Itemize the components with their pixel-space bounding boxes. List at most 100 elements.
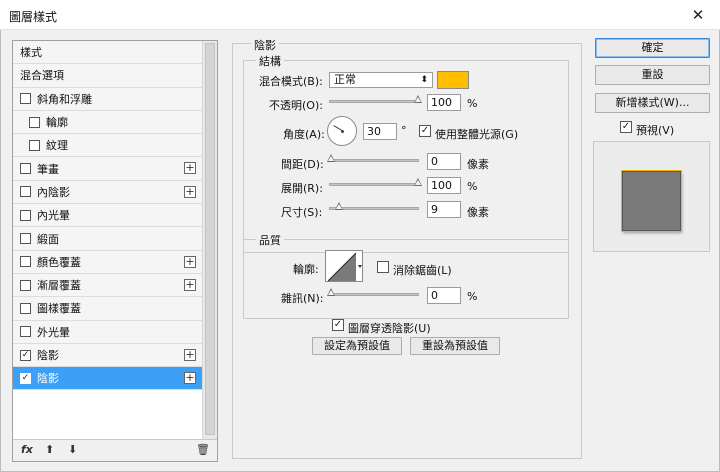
style-item-checkbox[interactable] bbox=[20, 326, 31, 338]
structure-title: 結構 bbox=[256, 53, 284, 69]
style-item-checkbox[interactable] bbox=[20, 279, 31, 291]
spread-label: 展開(R): bbox=[281, 182, 323, 195]
ok-button[interactable]: 確定 bbox=[595, 38, 710, 58]
window-title: 圖層樣式 bbox=[9, 10, 58, 24]
style-item-checkbox[interactable] bbox=[20, 233, 31, 245]
reset-button[interactable]: 重設 bbox=[595, 65, 710, 85]
style-item-label: 紋理 bbox=[46, 139, 68, 153]
preview-label: 預視(V) bbox=[636, 124, 675, 137]
add-effect-icon[interactable]: + bbox=[184, 278, 196, 291]
knockout-checkbox[interactable]: ✓ bbox=[332, 319, 344, 331]
size-slider-handle[interactable] bbox=[335, 202, 343, 210]
spread-slider[interactable] bbox=[329, 178, 422, 186]
style-list-item[interactable]: 輪廓 bbox=[13, 110, 202, 135]
noise-unit: % bbox=[467, 290, 478, 303]
move-up-icon[interactable]: ⬆ bbox=[45, 443, 54, 456]
style-list-item[interactable]: 樣式 bbox=[13, 41, 202, 65]
style-item-checkbox[interactable] bbox=[20, 209, 31, 221]
contour-label: 輪廓: bbox=[293, 263, 319, 276]
add-effect-icon[interactable]: + bbox=[184, 255, 196, 268]
preview-swatch bbox=[622, 171, 681, 231]
trash-icon[interactable]: 🗑 bbox=[196, 443, 210, 456]
distance-input[interactable]: 0 bbox=[427, 153, 461, 170]
knockout-label: 圖層穿透陰影(U) bbox=[348, 322, 431, 335]
add-effect-icon[interactable]: + bbox=[184, 185, 196, 198]
style-item-label: 樣式 bbox=[20, 46, 42, 60]
move-down-icon[interactable]: ⬇ bbox=[68, 443, 77, 456]
antialias-label: 消除鋸齒(L) bbox=[393, 264, 452, 277]
style-item-label: 斜角和浮雕 bbox=[37, 92, 92, 106]
noise-slider-handle[interactable] bbox=[327, 288, 335, 296]
size-input[interactable]: 9 bbox=[427, 201, 461, 218]
style-item-checkbox[interactable] bbox=[29, 116, 40, 128]
contour-picker[interactable] bbox=[325, 250, 363, 282]
opacity-label: 不透明(O): bbox=[269, 99, 323, 112]
distance-slider[interactable] bbox=[327, 154, 419, 162]
distance-slider-handle[interactable] bbox=[327, 154, 335, 162]
style-item-checkbox[interactable] bbox=[29, 139, 40, 151]
quality-title: 品質 bbox=[256, 232, 284, 248]
style-list-item[interactable]: 混合選項 bbox=[13, 64, 202, 88]
style-item-checkbox[interactable] bbox=[20, 93, 31, 105]
new-style-button[interactable]: 新增樣式(W)... bbox=[595, 93, 710, 113]
style-list-item[interactable]: 漸層覆蓋 + bbox=[13, 273, 202, 298]
layer-style-dialog: 樣式混合選項斜角和浮雕輪廓紋理筆畫 + 內陰影 + 內光暈緞面 顏色覆蓋 + 漸層覆蓋 + 圖樣覆… bbox=[0, 30, 720, 472]
quality-group bbox=[243, 239, 569, 319]
style-list-item[interactable]: 內光暈 bbox=[13, 204, 202, 228]
opacity-slider[interactable] bbox=[329, 95, 422, 103]
style-item-label: 圖樣覆蓋 bbox=[37, 302, 81, 316]
angle-dial[interactable] bbox=[327, 116, 357, 146]
style-list-item[interactable]: 顏色覆蓋 + bbox=[13, 250, 202, 274]
fx-icon[interactable]: fx bbox=[21, 443, 33, 456]
spread-input[interactable]: 100 bbox=[427, 177, 461, 194]
make-default-button[interactable]: 設定為預設值 bbox=[312, 337, 402, 355]
shadow-color-swatch[interactable] bbox=[437, 71, 469, 89]
style-item-label: 陰影 bbox=[37, 349, 59, 362]
style-list-item[interactable]: 筆畫 + bbox=[13, 157, 202, 181]
style-preview bbox=[593, 141, 710, 252]
add-effect-icon[interactable]: + bbox=[184, 372, 196, 385]
size-slider[interactable] bbox=[329, 202, 419, 210]
blend-mode-select[interactable]: 正常 ⬍ bbox=[329, 72, 433, 88]
style-list-item[interactable]: 斜角和浮雕 bbox=[13, 87, 202, 111]
angle-label: 角度(A): bbox=[283, 128, 325, 141]
style-list-item[interactable]: 圖樣覆蓋 bbox=[13, 297, 202, 321]
reset-default-button[interactable]: 重設為預設值 bbox=[410, 337, 500, 355]
spread-unit: % bbox=[467, 180, 478, 193]
style-list-item[interactable]: 緞面 bbox=[13, 227, 202, 251]
style-list-item[interactable]: ✓ 陰影 + bbox=[13, 367, 202, 391]
style-list-item[interactable]: 內陰影 + bbox=[13, 180, 202, 205]
style-list-item[interactable]: 紋理 bbox=[13, 134, 202, 158]
style-item-label: 內光暈 bbox=[37, 209, 70, 223]
style-item-label: 輪廓 bbox=[46, 116, 68, 130]
style-list-scrollbar[interactable] bbox=[202, 41, 217, 439]
style-list-item[interactable]: 外光暈 bbox=[13, 320, 202, 344]
scrollbar-thumb[interactable] bbox=[205, 43, 215, 435]
add-effect-icon[interactable]: + bbox=[184, 348, 196, 361]
opacity-input[interactable]: 100 bbox=[427, 94, 461, 111]
angle-input[interactable]: 30 bbox=[363, 123, 397, 140]
size-unit: 像素 bbox=[467, 206, 489, 219]
antialias-checkbox[interactable] bbox=[377, 261, 389, 273]
global-light-checkbox[interactable]: ✓ bbox=[419, 125, 431, 137]
style-item-checkbox[interactable] bbox=[20, 256, 31, 268]
style-item-checkbox[interactable] bbox=[20, 163, 31, 175]
add-effect-icon[interactable]: + bbox=[184, 162, 196, 175]
preview-checkbox[interactable]: ✓ bbox=[620, 121, 632, 133]
spread-slider-handle[interactable] bbox=[414, 178, 422, 186]
style-list-items: 樣式混合選項斜角和浮雕輪廓紋理筆畫 + 內陰影 + 內光暈緞面 顏色覆蓋 + 漸層覆蓋 + 圖樣覆… bbox=[13, 41, 202, 391]
style-item-checkbox[interactable] bbox=[20, 186, 31, 198]
close-icon[interactable]: ✕ bbox=[676, 0, 720, 30]
noise-input[interactable]: 0 bbox=[427, 287, 461, 304]
style-item-label: 漸層覆蓋 bbox=[37, 279, 81, 293]
size-label: 尺寸(S): bbox=[281, 206, 323, 219]
style-item-checkbox[interactable]: ✓ bbox=[20, 349, 31, 361]
noise-slider[interactable] bbox=[327, 288, 419, 296]
noise-label: 雜訊(N): bbox=[281, 292, 324, 305]
style-list-item[interactable]: ✓ 陰影 + bbox=[13, 343, 202, 368]
opacity-slider-handle[interactable] bbox=[414, 95, 422, 103]
section-title: 陰影 bbox=[251, 37, 279, 53]
distance-unit: 像素 bbox=[467, 158, 489, 171]
style-item-checkbox[interactable]: ✓ bbox=[20, 372, 31, 384]
style-item-checkbox[interactable] bbox=[20, 302, 31, 314]
